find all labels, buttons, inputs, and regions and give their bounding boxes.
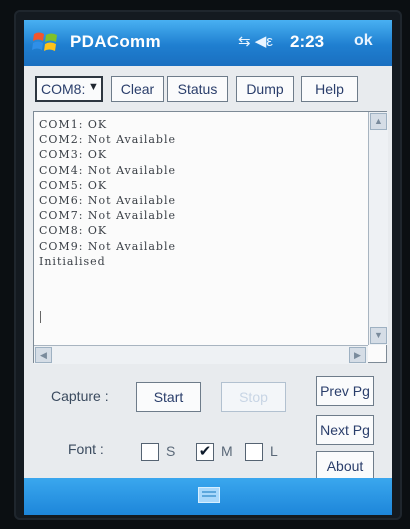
capture-label: Capture : xyxy=(51,388,109,404)
font-label: Font : xyxy=(68,441,104,457)
output-line: COM8: OK xyxy=(39,224,108,238)
font-large-checkbox[interactable] xyxy=(245,443,263,461)
prev-page-button[interactable]: Prev Pg xyxy=(316,376,374,406)
scroll-up-icon[interactable]: ▲ xyxy=(370,113,387,130)
port-select-value: COM8: xyxy=(41,81,86,97)
output-line: COM4: Not Available xyxy=(39,163,176,177)
about-button[interactable]: About xyxy=(316,451,374,481)
status-button[interactable]: Status xyxy=(167,76,228,102)
output-line: COM1: OK xyxy=(39,118,108,131)
scroll-down-icon[interactable]: ▼ xyxy=(370,327,387,344)
chevron-down-icon: ▼ xyxy=(88,81,99,93)
output-textarea[interactable]: COM1: OK COM2: Not Available COM3: OK CO… xyxy=(33,111,388,364)
clear-button[interactable]: Clear xyxy=(111,76,164,102)
output-line: COM2: Not Available xyxy=(39,133,176,147)
help-button[interactable]: Help xyxy=(301,76,358,102)
next-page-button[interactable]: Next Pg xyxy=(316,415,374,445)
device-frame: PDAComm ⇆ ◀ε 2:23 ok COM8: ▼ Clear Statu… xyxy=(14,10,402,520)
output-line: COM9: Not Available xyxy=(39,239,176,253)
output-line: Initialised xyxy=(39,254,106,268)
font-large-label: L xyxy=(270,443,278,459)
horizontal-scrollbar[interactable]: ◀ ▶ xyxy=(34,345,368,364)
scroll-left-icon[interactable]: ◀ xyxy=(35,347,52,363)
keyboard-icon[interactable] xyxy=(198,487,220,503)
clock[interactable]: 2:23 xyxy=(290,32,324,52)
scroll-right-icon[interactable]: ▶ xyxy=(349,347,366,363)
font-medium-checkbox[interactable]: ✔ xyxy=(196,443,214,461)
app-title: PDAComm xyxy=(70,32,161,51)
windows-start-icon[interactable] xyxy=(32,28,60,56)
screen: PDAComm ⇆ ◀ε 2:23 ok COM8: ▼ Clear Statu… xyxy=(24,20,392,515)
font-medium-label: M xyxy=(221,443,233,459)
output-line: COM6: Not Available xyxy=(39,194,176,208)
output-line: COM3: OK xyxy=(39,148,108,162)
font-small-label: S xyxy=(166,443,176,459)
font-small-checkbox[interactable] xyxy=(141,443,159,461)
text-cursor xyxy=(40,311,41,323)
output-line: COM5: OK xyxy=(39,178,108,192)
output-lines: COM1: OK COM2: Not Available COM3: OK CO… xyxy=(39,117,369,269)
toolbar: COM8: ▼ Clear Status Dump Help xyxy=(24,72,392,106)
stop-capture-button[interactable]: Stop xyxy=(221,382,286,412)
menu-bar xyxy=(24,478,392,515)
vertical-scrollbar[interactable]: ▲ ▼ xyxy=(368,112,388,345)
start-capture-button[interactable]: Start xyxy=(136,382,201,412)
dump-button[interactable]: Dump xyxy=(236,76,294,102)
port-select[interactable]: COM8: ▼ xyxy=(35,76,103,102)
title-bar: PDAComm ⇆ ◀ε 2:23 ok xyxy=(24,20,392,66)
connectivity-volume-icon[interactable]: ⇆ ◀ε xyxy=(238,32,273,50)
output-line: COM7: Not Available xyxy=(39,209,176,223)
ok-button[interactable]: ok xyxy=(354,32,373,50)
